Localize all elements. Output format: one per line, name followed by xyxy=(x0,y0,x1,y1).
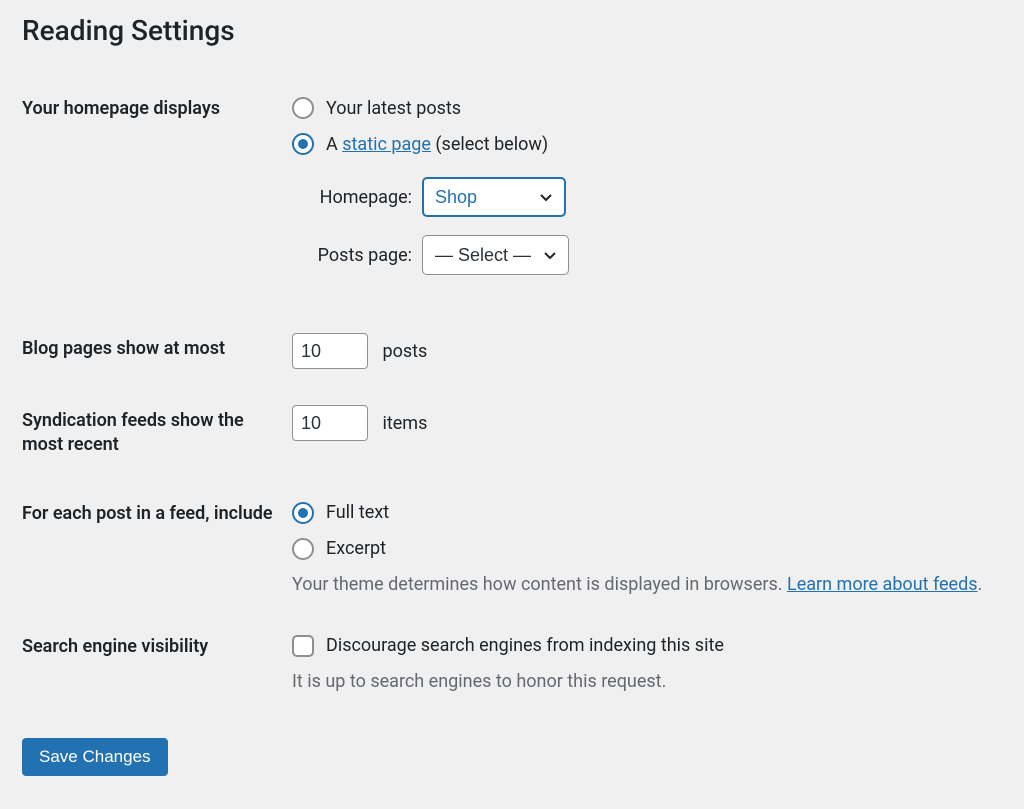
search-vis-description: It is up to search engines to honor this… xyxy=(292,671,1006,692)
static-page-prefix: A xyxy=(326,134,342,155)
label-static-page[interactable]: A static page (select below) xyxy=(326,134,548,155)
feed-desc-prefix: Your theme determines how content is dis… xyxy=(292,574,787,595)
save-changes-button[interactable]: Save Changes xyxy=(22,738,168,776)
static-page-suffix: (select below) xyxy=(431,134,548,155)
label-postspage-select: Posts page: xyxy=(312,245,412,266)
label-homepage-displays: Your homepage displays xyxy=(22,75,292,315)
row-syndication: Syndication feeds show the most recent i… xyxy=(22,387,1006,480)
radio-full-text[interactable] xyxy=(292,502,314,524)
input-blog-pages[interactable] xyxy=(292,333,368,369)
submit-row: Save Changes xyxy=(22,738,1006,776)
feed-description: Your theme determines how content is dis… xyxy=(292,574,1006,595)
unit-blog-pages: posts xyxy=(382,341,427,362)
unit-syndication: items xyxy=(382,413,427,434)
reading-settings-page: Reading Settings Your homepage displays … xyxy=(0,0,1024,806)
radio-excerpt[interactable] xyxy=(292,538,314,560)
label-search-visibility: Search engine visibility xyxy=(22,613,292,710)
feed-desc-link[interactable]: Learn more about feeds xyxy=(787,574,978,595)
subrow-postspage-select: Posts page: — Select — xyxy=(312,235,1006,275)
settings-form-table: Your homepage displays Your latest posts… xyxy=(22,75,1006,710)
row-homepage-displays: Your homepage displays Your latest posts… xyxy=(22,75,1006,315)
feed-desc-suffix: . xyxy=(978,574,983,595)
label-full-text[interactable]: Full text xyxy=(326,502,389,523)
radio-latest-posts[interactable] xyxy=(292,97,314,119)
label-excerpt[interactable]: Excerpt xyxy=(326,538,386,559)
row-search-visibility: Search engine visibility Discourage sear… xyxy=(22,613,1006,710)
label-homepage-select: Homepage: xyxy=(312,187,412,208)
row-blog-pages: Blog pages show at most posts xyxy=(22,315,1006,387)
row-feed-include: For each post in a feed, include Full te… xyxy=(22,480,1006,613)
static-page-link[interactable]: static page xyxy=(342,134,431,155)
label-blog-pages: Blog pages show at most xyxy=(22,315,292,387)
label-discourage-search[interactable]: Discourage search engines from indexing … xyxy=(326,635,724,656)
checkbox-row-discourage: Discourage search engines from indexing … xyxy=(292,635,1006,657)
select-postspage[interactable]: — Select — xyxy=(422,235,569,275)
radio-static-page[interactable] xyxy=(292,133,314,155)
label-latest-posts[interactable]: Your latest posts xyxy=(326,98,461,119)
option-full-text-row: Full text xyxy=(292,502,1006,524)
option-excerpt-row: Excerpt xyxy=(292,538,1006,560)
option-latest-posts-row: Your latest posts xyxy=(292,97,1006,119)
subrow-homepage-select: Homepage: Shop xyxy=(312,177,1006,217)
select-homepage[interactable]: Shop xyxy=(422,177,566,217)
page-title: Reading Settings xyxy=(22,14,1006,47)
input-syndication[interactable] xyxy=(292,405,368,441)
label-syndication: Syndication feeds show the most recent xyxy=(22,387,292,480)
option-static-page-row: A static page (select below) xyxy=(292,133,1006,155)
label-feed-include: For each post in a feed, include xyxy=(22,480,292,613)
checkbox-discourage-search[interactable] xyxy=(292,635,314,657)
